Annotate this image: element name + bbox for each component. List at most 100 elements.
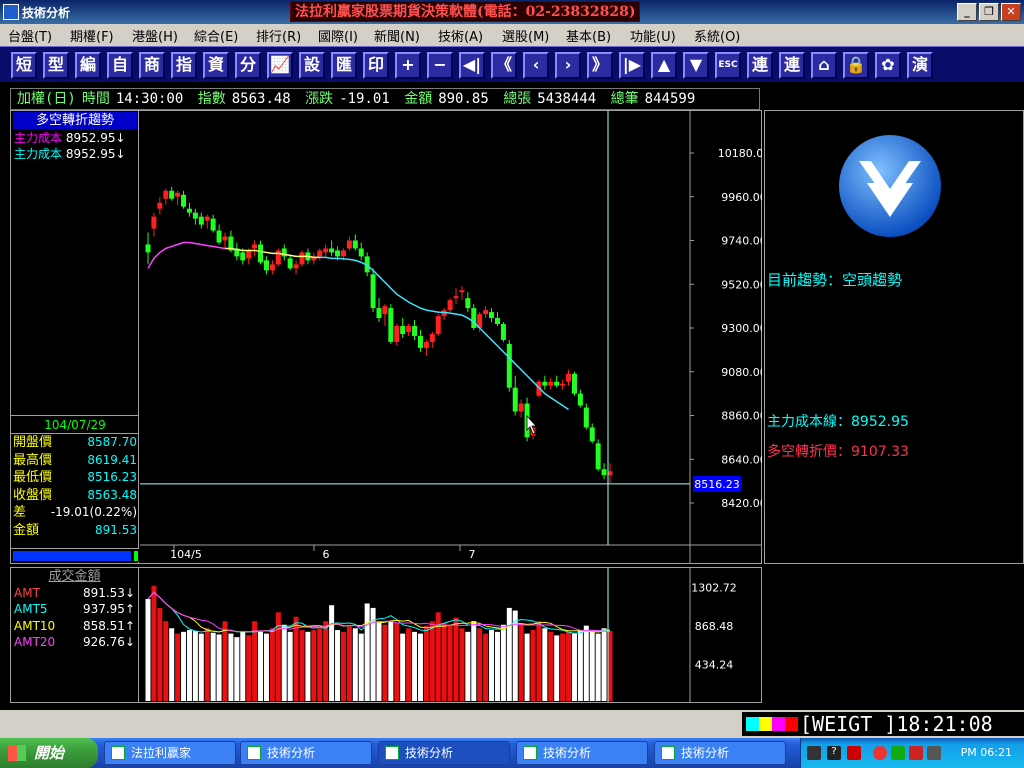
volume-bar [258, 631, 264, 701]
toolbar-button-23[interactable]: ESC [715, 52, 741, 79]
trend-panel: 目前趨勢：空頭趨勢 主力成本線：8952.95 多空轉折價：9107.33 [764, 110, 1024, 564]
toolbar-button-16[interactable]: 《 [491, 52, 517, 79]
status-color-3 [772, 717, 785, 731]
taskbar-item-2[interactable]: 技術分析 [240, 741, 372, 765]
menu-item-10[interactable]: 基本(B) [566, 26, 611, 45]
menu-item-3[interactable]: 港盤(H) [132, 26, 178, 45]
toolbar-button-22[interactable]: ▼ [683, 52, 709, 79]
toolbar-button-9[interactable]: 📈 [267, 52, 293, 79]
toolbar-button-17[interactable]: ‹ [523, 52, 549, 79]
volume-bar [346, 626, 352, 701]
keyboard-icon[interactable] [807, 746, 821, 760]
help-icon[interactable]: ? [827, 746, 841, 760]
toolbar-button-5[interactable]: 商 [139, 52, 165, 79]
volume-bar [376, 621, 382, 701]
menu-item-11[interactable]: 功能(U) [630, 26, 676, 45]
volume-bar [489, 630, 495, 701]
menu-item-7[interactable]: 新聞(N) [374, 26, 420, 45]
toolbar-button-24[interactable]: 連 [747, 52, 773, 79]
s-icon[interactable] [891, 746, 905, 760]
car-icon[interactable] [927, 746, 941, 760]
quote-value: -19.01(0.22%) [50, 505, 137, 520]
date-tick-label: 6 [323, 548, 330, 561]
volume-bar [299, 630, 305, 701]
toolbar-button-13[interactable]: + [395, 52, 421, 79]
pdf-icon[interactable] [909, 746, 923, 760]
window-icon [661, 746, 675, 760]
title-bar: 技術分析 法拉利贏家股票期貨決策軟體(電話：02-23832828) _ ❐ ✕ [0, 0, 1024, 24]
menu-item-2[interactable]: 期權(F) [70, 26, 114, 45]
toolbar-button-11[interactable]: 匯 [331, 52, 357, 79]
menu-item-6[interactable]: 國際(I) [318, 26, 358, 45]
amount-label: 金額 [404, 91, 433, 107]
volume-bar [323, 621, 329, 701]
taskbar-item-4[interactable]: 技術分析 [516, 741, 648, 765]
volume-legend-row: AMT20 926.76↓ [11, 634, 138, 650]
volume-bar [163, 621, 169, 701]
taskbar-item-3[interactable]: 技術分析 [378, 741, 510, 765]
progress-fill [13, 551, 131, 561]
toolbar-button-21[interactable]: ▲ [651, 52, 677, 79]
candle-body [151, 216, 157, 229]
volume-bar [595, 633, 601, 701]
volume-legend-value: 891.53↓ [82, 586, 135, 600]
toolbar-button-3[interactable]: 編 [75, 52, 101, 79]
indicator-title[interactable]: 多空轉折趨勢 [13, 112, 137, 129]
toolbar-button-7[interactable]: 資 [203, 52, 229, 79]
toolbar-button-8[interactable]: 分 [235, 52, 261, 79]
candle-body [506, 343, 512, 388]
toolbar-button-15[interactable]: ◀| [459, 52, 485, 79]
candle-body [566, 373, 572, 382]
toolbar-button-27[interactable]: 🔒 [843, 52, 869, 79]
toolbar-button-4[interactable]: 自 [107, 52, 133, 79]
status-color-4 [785, 717, 798, 731]
minimize-button[interactable]: _ [957, 3, 977, 21]
candlestick-chart[interactable]: 10180.00 9960.00 9740.00 9520.00 9300.00 9080… [140, 111, 762, 563]
price-tick-label: 9740.00 [721, 235, 762, 248]
toolbar-button-25[interactable]: 連 [779, 52, 805, 79]
volume-chart[interactable]: 1302.72 868.48 434.24 [140, 568, 762, 702]
volume-tick-label: 868.48 [695, 620, 734, 633]
price-tick-label: 10180.00 [718, 147, 762, 160]
candle-body [216, 230, 222, 243]
maximize-button[interactable]: ❐ [979, 3, 999, 21]
volume-bar [287, 631, 293, 701]
toolbar-button-26[interactable]: ⌂ [811, 52, 837, 79]
volume-bar [181, 631, 187, 701]
taskbar-item-1[interactable]: 法拉利贏家 [104, 741, 236, 765]
turn-price-text: 多空轉折價：9107.33 [767, 444, 909, 460]
menu-item-5[interactable]: 排行(R) [256, 26, 301, 45]
record-icon[interactable] [873, 746, 887, 760]
menu-item-9[interactable]: 選股(M) [502, 26, 549, 45]
close-button[interactable]: ✕ [1001, 3, 1021, 21]
toolbar-button-28[interactable]: ✿ [875, 52, 901, 79]
app-tray-icon[interactable] [847, 746, 861, 760]
volume-bar [412, 631, 418, 701]
menu-item-1[interactable]: 台盤(T) [8, 26, 52, 45]
menu-item-8[interactable]: 技術(A) [438, 26, 483, 45]
toolbar-button-10[interactable]: 設 [299, 52, 325, 79]
volume-bar [263, 633, 269, 701]
toolbar-button-14[interactable]: − [427, 52, 453, 79]
start-button[interactable]: 開始 [0, 738, 98, 768]
toolbar-button-2[interactable]: 型 [43, 52, 69, 79]
candle-body [287, 258, 293, 269]
quote-row: 最高價 8619.41 [11, 452, 139, 470]
toolbar-button-1[interactable]: 短 [11, 52, 37, 79]
toolbar-button-19[interactable]: 》 [587, 52, 613, 79]
toolbar-button-20[interactable]: |▶ [619, 52, 645, 79]
toolbar-button-29[interactable]: 演 [907, 52, 933, 79]
taskbar-item-5[interactable]: 技術分析 [654, 741, 786, 765]
toolbar-button-12[interactable]: 印 [363, 52, 389, 79]
toolbar-button-6[interactable]: 指 [171, 52, 197, 79]
candle-body [447, 300, 453, 311]
toolbar-button-18[interactable]: › [555, 52, 581, 79]
menu-item-4[interactable]: 綜合(E) [194, 26, 238, 45]
volume-legend-value: 926.76↓ [82, 635, 135, 650]
market-info-bar: 加權(日) 時間 14:30:00 指數 8563.48 漲跌 -19.01 金額 890… [10, 88, 760, 110]
price-cursor-label: 8516.23 [694, 478, 740, 491]
menu-item-12[interactable]: 系統(O) [694, 26, 740, 45]
volume-bar [293, 616, 299, 701]
volume-legend-row: AMT5 937.95↑ [11, 601, 138, 617]
volume-bar [246, 635, 252, 701]
